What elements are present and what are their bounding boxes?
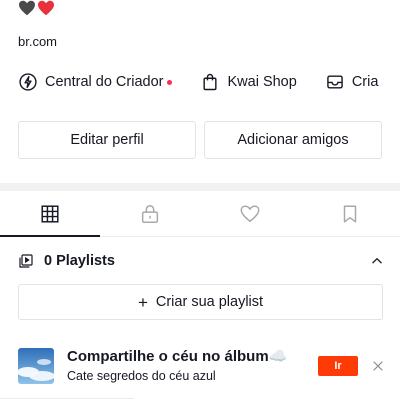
shortcut-label: Cria <box>351 74 379 90</box>
profile-actions: Editar perfil Adicionar amigos <box>18 121 382 159</box>
lightning-circle-icon <box>19 73 37 91</box>
playlists-title: 0 Playlists <box>44 253 115 269</box>
heart-outline-icon <box>240 204 260 222</box>
create-playlist-label: Criar sua playlist <box>155 294 264 310</box>
bookmark-icon <box>343 204 357 223</box>
promo-subtitle: Cate segredos do céu azul <box>67 369 216 383</box>
red-heart-icon <box>38 0 54 16</box>
playlist-icon <box>19 254 33 268</box>
shopping-bag-icon <box>203 73 218 91</box>
plus-icon: + <box>137 292 148 312</box>
inbox-icon <box>327 75 343 89</box>
bio-hearts <box>18 0 55 16</box>
create-playlist-button[interactable]: + Criar sua playlist <box>18 284 383 320</box>
tab-videos[interactable] <box>0 191 100 237</box>
add-friends-button[interactable]: Adicionar amigos <box>204 121 382 159</box>
edit-profile-button[interactable]: Editar perfil <box>18 121 196 159</box>
playlists-header[interactable]: 0 Playlists <box>18 250 384 272</box>
shortcut-label: Kwai Shop <box>227 74 297 90</box>
grid-icon <box>41 204 59 223</box>
tab-liked[interactable] <box>200 191 300 236</box>
close-icon[interactable] <box>372 360 384 372</box>
profile-tabs <box>0 191 400 237</box>
promo-text: Compartilhe o céu no álbum☁️ Cate segred… <box>67 348 312 384</box>
chevron-up-icon[interactable] <box>370 254 384 268</box>
tab-saved[interactable] <box>300 191 400 236</box>
shortcut-kwai-shop[interactable]: Kwai Shop <box>200 72 297 92</box>
notification-dot <box>167 79 173 85</box>
profile-link[interactable]: br.com <box>18 34 57 49</box>
bottom-divider <box>0 398 134 399</box>
section-divider <box>0 183 400 191</box>
promo-go-button[interactable]: Ir <box>318 356 358 376</box>
shortcut-cria[interactable]: Cria <box>325 72 379 92</box>
album-promo[interactable]: Compartilhe o céu no álbum☁️ Cate segred… <box>18 346 384 386</box>
shortcut-creator-center[interactable]: Central do Criador <box>18 72 173 92</box>
promo-title: Compartilhe o céu no álbum☁️ <box>67 348 288 365</box>
lock-icon <box>141 204 159 223</box>
tab-private[interactable] <box>100 191 200 236</box>
shortcut-label: Central do Criador <box>45 74 164 90</box>
black-heart-icon <box>19 0 35 16</box>
sky-thumbnail <box>18 348 54 384</box>
shortcut-bar: Central do Criador Kwai Shop Cria <box>18 71 400 93</box>
promo-go-label: Ir <box>334 360 342 372</box>
